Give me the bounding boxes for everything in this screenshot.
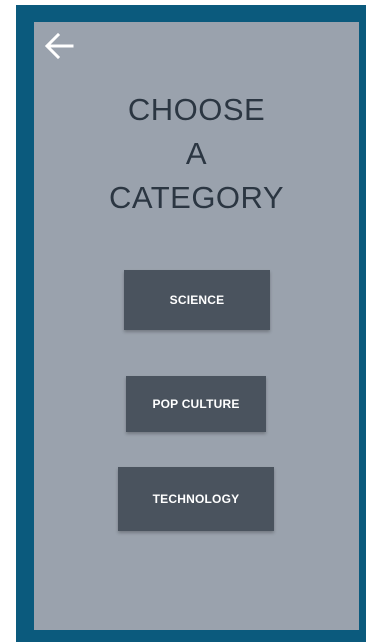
science-button[interactable]: SCIENCE [124,270,270,330]
technology-button-label: TECHNOLOGY [152,492,240,506]
title-line-1: CHOOSE [127,92,266,127]
back-button[interactable] [44,32,74,60]
pop-culture-button-label: POP CULTURE [152,397,240,411]
science-button-label: SCIENCE [169,293,225,307]
page-title: CHOOSE A CATEGORY [34,88,359,220]
technology-button[interactable]: TECHNOLOGY [118,467,274,531]
title-line-3: CATEGORY [108,180,285,215]
pop-culture-button[interactable]: POP CULTURE [126,376,266,432]
title-line-2: A [185,136,208,171]
arrow-left-icon [44,33,74,59]
